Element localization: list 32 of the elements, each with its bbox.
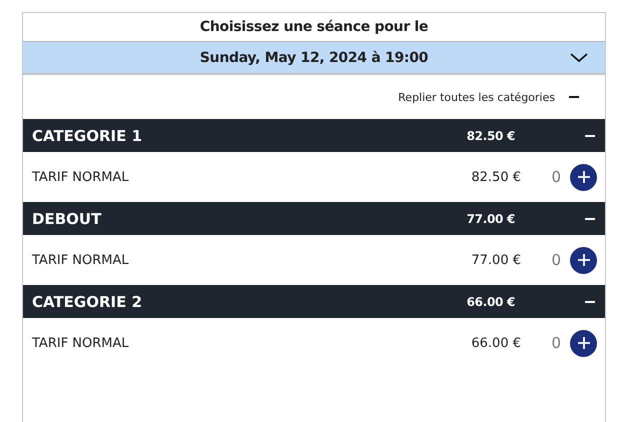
minus-icon bbox=[585, 300, 595, 302]
add-button[interactable] bbox=[570, 164, 597, 190]
plus-icon bbox=[578, 254, 590, 266]
quantity: 0 bbox=[550, 251, 561, 269]
add-button[interactable] bbox=[570, 330, 597, 356]
heading: Choisissez une séance pour le bbox=[198, 18, 430, 37]
category-name: DEBOUT bbox=[32, 210, 102, 228]
tariff-name: TARIF NORMAL bbox=[32, 170, 130, 184]
tariff-price: 82.50 € bbox=[471, 170, 521, 184]
tariff-price: 66.00 € bbox=[471, 336, 521, 350]
quantity: 0 bbox=[550, 168, 561, 186]
category-header[interactable]: CATEGORIE 2 66.00 € bbox=[23, 285, 605, 318]
plus-icon bbox=[578, 337, 590, 349]
tariff-name: TARIF NORMAL bbox=[32, 336, 130, 350]
minus-icon bbox=[585, 134, 595, 136]
minus-icon bbox=[569, 96, 579, 98]
category-header[interactable]: CATEGORIE 1 82.50 € bbox=[23, 119, 605, 152]
plus-icon bbox=[578, 171, 590, 183]
category-price: 66.00 € bbox=[466, 294, 515, 308]
category-price: 82.50 € bbox=[466, 128, 515, 142]
category-name: CATEGORIE 2 bbox=[32, 292, 144, 310]
category-name: CATEGORIE 1 bbox=[32, 126, 144, 144]
tariff-name: TARIF NORMAL bbox=[32, 252, 130, 268]
category-price: 77.00 € bbox=[466, 212, 515, 226]
category-header[interactable]: DEBOUT 77.00 € bbox=[23, 202, 605, 235]
tariff-price: 77.00 € bbox=[471, 252, 521, 268]
quantity: 0 bbox=[550, 334, 561, 352]
add-button[interactable] bbox=[570, 246, 597, 274]
collapse-all-button[interactable]: Replier toutes les catégories bbox=[398, 90, 579, 104]
session-select[interactable]: Sunday, May 12, 2024 à 19:00 bbox=[23, 41, 605, 75]
chevron-down-icon bbox=[570, 53, 588, 63]
minus-icon bbox=[585, 218, 595, 220]
